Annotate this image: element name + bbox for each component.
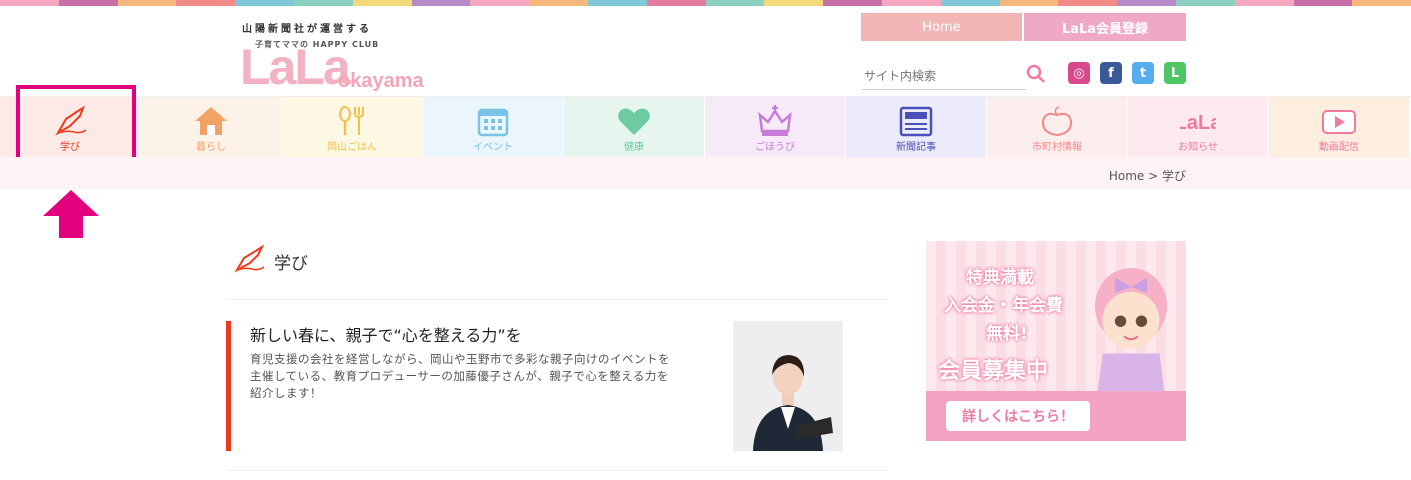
divider [226, 299, 888, 300]
spoon-fork-icon [339, 106, 364, 135]
category-label: 岡山ごはん [327, 142, 377, 153]
category-label: 市町村情報 [1032, 142, 1082, 153]
newspaper-icon [899, 106, 933, 137]
category-label: 新聞記事 [896, 142, 936, 153]
breadcrumb-bar [0, 157, 1411, 190]
register-link[interactable]: LaLa会員登録 [1024, 13, 1186, 41]
svg-text:LaLa: LaLa [1180, 112, 1216, 134]
membership-banner[interactable]: 特典満載 入会金・年会費 無料! 会員募集中 詳しくはこちら！ [926, 241, 1186, 441]
article-description: 育児支援の会社を経営しながら、岡山や玉野市で多彩な親子向けのイベントを主催してい… [250, 352, 670, 400]
house-icon [195, 107, 227, 135]
banner-line-3: 無料! [986, 324, 1028, 344]
category-label: 動画配信 [1319, 142, 1359, 153]
article-photo[interactable] [733, 321, 843, 451]
category-label: ごほうび [755, 142, 795, 153]
calendar-icon [477, 108, 509, 137]
logo-tagline: 子育てママの HAPPY CLUB [255, 40, 380, 49]
company-label: 山陽新聞社が運営する [242, 24, 372, 35]
facebook-icon[interactable]: f [1100, 62, 1122, 84]
heart-icon [618, 108, 650, 135]
category-9[interactable]: 動画配信 [1269, 97, 1410, 158]
category-nav: 学び 暮らし 岡山ごはん イベント 健康 ごほうび 新聞記事 市町村情報 LaLa お知らせ 動画配… [0, 96, 1411, 158]
breadcrumb: Home > 学び [1108, 169, 1186, 183]
category-label: 健康 [624, 142, 644, 153]
logo-okayama: okayama [338, 70, 424, 92]
pen-icon [234, 245, 265, 273]
up-arrow-icon [43, 190, 99, 238]
instagram-icon[interactable]: ◎ [1068, 62, 1090, 84]
crown-icon [758, 105, 792, 136]
video-icon [1322, 110, 1356, 134]
category-8[interactable]: LaLa お知らせ [1128, 97, 1269, 158]
category-6[interactable]: 新聞記事 [846, 97, 987, 158]
banner-line-4: 会員募集中 [938, 359, 1049, 384]
category-label: 暮らし [196, 142, 226, 153]
article-accent-bar [226, 321, 231, 451]
search-icon[interactable] [1026, 64, 1046, 84]
category-3[interactable]: イベント [423, 97, 564, 158]
article-title[interactable]: 新しい春に、親子で“心を整える力”を [250, 322, 522, 346]
divider [226, 470, 888, 471]
home-link[interactable]: Home [861, 13, 1022, 41]
details-button[interactable]: 詳しくはこちら！ [946, 401, 1090, 431]
category-2[interactable]: 岡山ごはん [282, 97, 423, 158]
category-5[interactable]: ごほうび [705, 97, 846, 158]
banner-line-1: 特典満載 [966, 268, 1034, 288]
lala-icon: LaLa [1180, 112, 1216, 134]
peach-icon [1041, 106, 1073, 137]
banner-line-2: 入会金・年会費 [944, 296, 1063, 316]
category-1[interactable]: 暮らし [141, 97, 282, 158]
line-icon[interactable]: L [1164, 62, 1186, 84]
site-header: 山陽新聞社が運営する LaLa 子育てママの HAPPY CLUB okayam… [0, 6, 1411, 96]
category-label: お知らせ [1178, 142, 1218, 153]
category-7[interactable]: 市町村情報 [987, 97, 1128, 158]
search-input[interactable] [862, 63, 1026, 90]
category-label: イベント [473, 142, 513, 153]
section-title: 学び [274, 254, 308, 274]
category-4[interactable]: 健康 [564, 97, 705, 158]
twitter-icon[interactable]: t [1132, 62, 1154, 84]
